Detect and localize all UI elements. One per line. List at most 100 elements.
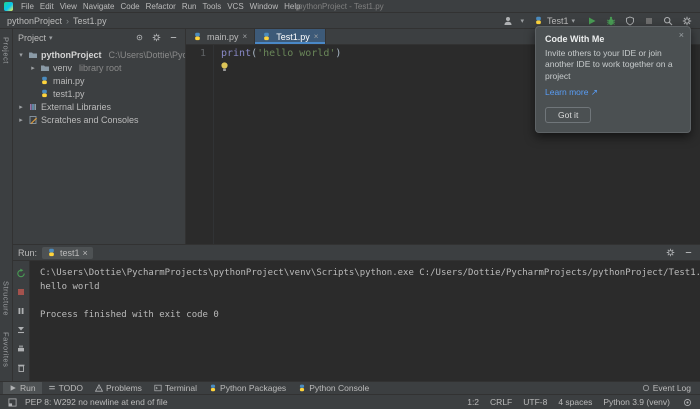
project-tree: ▾ pythonProject C:\Users\Dottie\PycharmP… xyxy=(13,46,185,126)
menu-window[interactable]: Window xyxy=(247,2,281,11)
toolwindow-label: TODO xyxy=(58,383,83,393)
editor-tab-main-py[interactable]: main.py × xyxy=(186,29,256,44)
tree-row-main-py[interactable]: main.py xyxy=(13,74,185,87)
line-separator-widget[interactable]: CRLF xyxy=(490,397,512,407)
learn-more-link[interactable]: Learn more ↗ xyxy=(545,87,598,98)
menu-run[interactable]: Run xyxy=(179,2,200,11)
stop-icon[interactable] xyxy=(15,285,28,298)
line-number: 1 xyxy=(199,48,206,59)
caret-position-widget[interactable]: 1:2 xyxy=(467,397,479,407)
breadcrumb-file[interactable]: Test1.py xyxy=(73,16,107,26)
left-toolwindow-stripe: Project Structure Favorites xyxy=(0,29,13,381)
pause-output-icon[interactable] xyxy=(15,304,28,317)
title-bar: File Edit View Navigate Code Refactor Ru… xyxy=(0,0,700,13)
print-icon[interactable] xyxy=(15,342,28,355)
status-message: PEP 8: W292 no newline at end of file xyxy=(25,397,168,407)
hide-panel-icon[interactable] xyxy=(682,246,695,259)
python-file-icon xyxy=(193,32,203,41)
folder-icon xyxy=(28,50,38,60)
toolwindow-label: Run xyxy=(20,383,36,393)
close-icon[interactable]: × xyxy=(83,248,88,258)
scroll-to-end-icon[interactable] xyxy=(15,323,28,336)
run-console-output[interactable]: C:\Users\Dottie\PycharmProjects\pythonPr… xyxy=(30,261,700,381)
editor-tab-test1-py[interactable]: Test1.py × xyxy=(255,29,327,44)
project-panel-title[interactable]: Project xyxy=(18,33,46,43)
toolwindow-label: Python Console xyxy=(309,383,370,393)
tree-collapsed-icon[interactable]: ▸ xyxy=(17,116,25,124)
external-link-icon: ↗ xyxy=(590,87,598,98)
panel-settings-gear-icon[interactable] xyxy=(150,31,163,44)
toolwindow-python-packages-button[interactable]: Python Packages xyxy=(203,382,292,394)
tree-collapsed-icon[interactable]: ▸ xyxy=(17,103,25,111)
close-icon[interactable]: × xyxy=(679,30,684,40)
menu-file[interactable]: File xyxy=(18,2,37,11)
menu-edit[interactable]: Edit xyxy=(37,2,57,11)
toolwindow-terminal-button[interactable]: Terminal xyxy=(148,382,203,394)
menu-view[interactable]: View xyxy=(57,2,80,11)
event-log-button[interactable]: Event Log xyxy=(636,382,697,394)
menu-vcs[interactable]: VCS xyxy=(224,2,246,11)
run-settings-gear-icon[interactable] xyxy=(664,246,677,259)
close-icon[interactable]: × xyxy=(314,32,319,41)
toolwindow-todo-button[interactable]: TODO xyxy=(42,382,89,394)
navigation-breadcrumb: pythonProject › Test1.py xyxy=(7,16,107,26)
code-token-paren: ) xyxy=(335,48,342,59)
code-line-1: print('hello world') xyxy=(221,48,341,59)
toolwindow-label: Terminal xyxy=(164,383,198,393)
python-file-icon xyxy=(40,76,50,85)
locate-file-icon[interactable] xyxy=(133,31,146,44)
menu-code[interactable]: Code xyxy=(117,2,142,11)
close-icon[interactable]: × xyxy=(243,32,248,41)
tree-expanded-icon[interactable]: ▾ xyxy=(17,51,25,59)
toolwindow-problems-button[interactable]: Problems xyxy=(89,382,148,394)
console-line: hello world xyxy=(40,282,100,292)
clear-all-icon[interactable] xyxy=(15,361,28,374)
bottom-toolwindow-bar: Run TODO Problems Terminal Python Packag… xyxy=(0,381,700,394)
run-tab-label: test1 xyxy=(60,247,80,258)
chevron-down-icon: ▾ xyxy=(520,17,524,25)
toolwindow-run-button[interactable]: Run xyxy=(3,382,42,394)
tree-item-label: venv xyxy=(53,62,73,73)
tree-item-label: main.py xyxy=(53,75,85,86)
python-file-icon xyxy=(47,248,57,257)
encoding-widget[interactable]: UTF-8 xyxy=(523,397,547,407)
stripe-structure-button[interactable]: Structure xyxy=(2,281,11,316)
hide-panel-icon[interactable] xyxy=(167,31,180,44)
code-with-me-user-icon[interactable] xyxy=(501,14,514,27)
interpreter-widget[interactable]: Python 3.9 (venv) xyxy=(603,397,670,407)
run-tab-test1[interactable]: test1 × xyxy=(42,246,93,259)
tree-row-scratches[interactable]: ▸ Scratches and Consoles xyxy=(13,113,185,126)
run-panel-body: C:\Users\Dottie\PycharmProjects\pythonPr… xyxy=(13,261,700,381)
python-file-icon xyxy=(40,89,50,98)
stripe-project-button[interactable]: Project xyxy=(2,37,11,64)
intention-bulb-icon[interactable] xyxy=(219,61,231,73)
run-tool-window: Run: test1 × C:\Users\Dottie\PycharmProj… xyxy=(13,244,700,381)
menu-bar: File Edit View Navigate Code Refactor Ru… xyxy=(18,2,304,11)
tree-collapsed-icon[interactable]: ▸ xyxy=(29,64,37,72)
tree-row-root[interactable]: ▾ pythonProject C:\Users\Dottie\PycharmP… xyxy=(13,48,185,61)
folder-icon xyxy=(40,63,50,73)
editor-gutter: 1 xyxy=(186,45,214,244)
tree-row-test1-py[interactable]: test1.py xyxy=(13,87,185,100)
window-title: pythonProject - Test1.py xyxy=(298,1,384,11)
tree-item-label: Scratches and Consoles xyxy=(41,114,139,125)
got-it-button[interactable]: Got it xyxy=(545,107,592,124)
menu-navigate[interactable]: Navigate xyxy=(80,2,118,11)
run-panel-header: Run: test1 × xyxy=(13,245,700,261)
chevron-down-icon: ▾ xyxy=(571,17,575,25)
indent-widget[interactable]: 4 spaces xyxy=(558,397,592,407)
toolwindow-python-console-button[interactable]: Python Console xyxy=(292,382,375,394)
toolwindow-switcher-icon[interactable] xyxy=(6,396,19,409)
code-with-me-popup: × Code With Me Invite others to your IDE… xyxy=(535,26,691,134)
menu-refactor[interactable]: Refactor xyxy=(143,2,179,11)
tree-item-hint: library root xyxy=(79,62,122,73)
menu-tools[interactable]: Tools xyxy=(200,2,225,11)
tree-item-label: test1.py xyxy=(53,88,85,99)
breadcrumb-project[interactable]: pythonProject xyxy=(7,16,62,26)
tree-row-venv[interactable]: ▸ venv library root xyxy=(13,61,185,74)
tab-label: Test1.py xyxy=(276,31,310,42)
rerun-icon[interactable] xyxy=(15,266,28,279)
stripe-favorites-button[interactable]: Favorites xyxy=(2,332,11,367)
tree-row-external-libraries[interactable]: ▸ External Libraries xyxy=(13,100,185,113)
inspections-highlight-icon[interactable] xyxy=(681,396,694,409)
